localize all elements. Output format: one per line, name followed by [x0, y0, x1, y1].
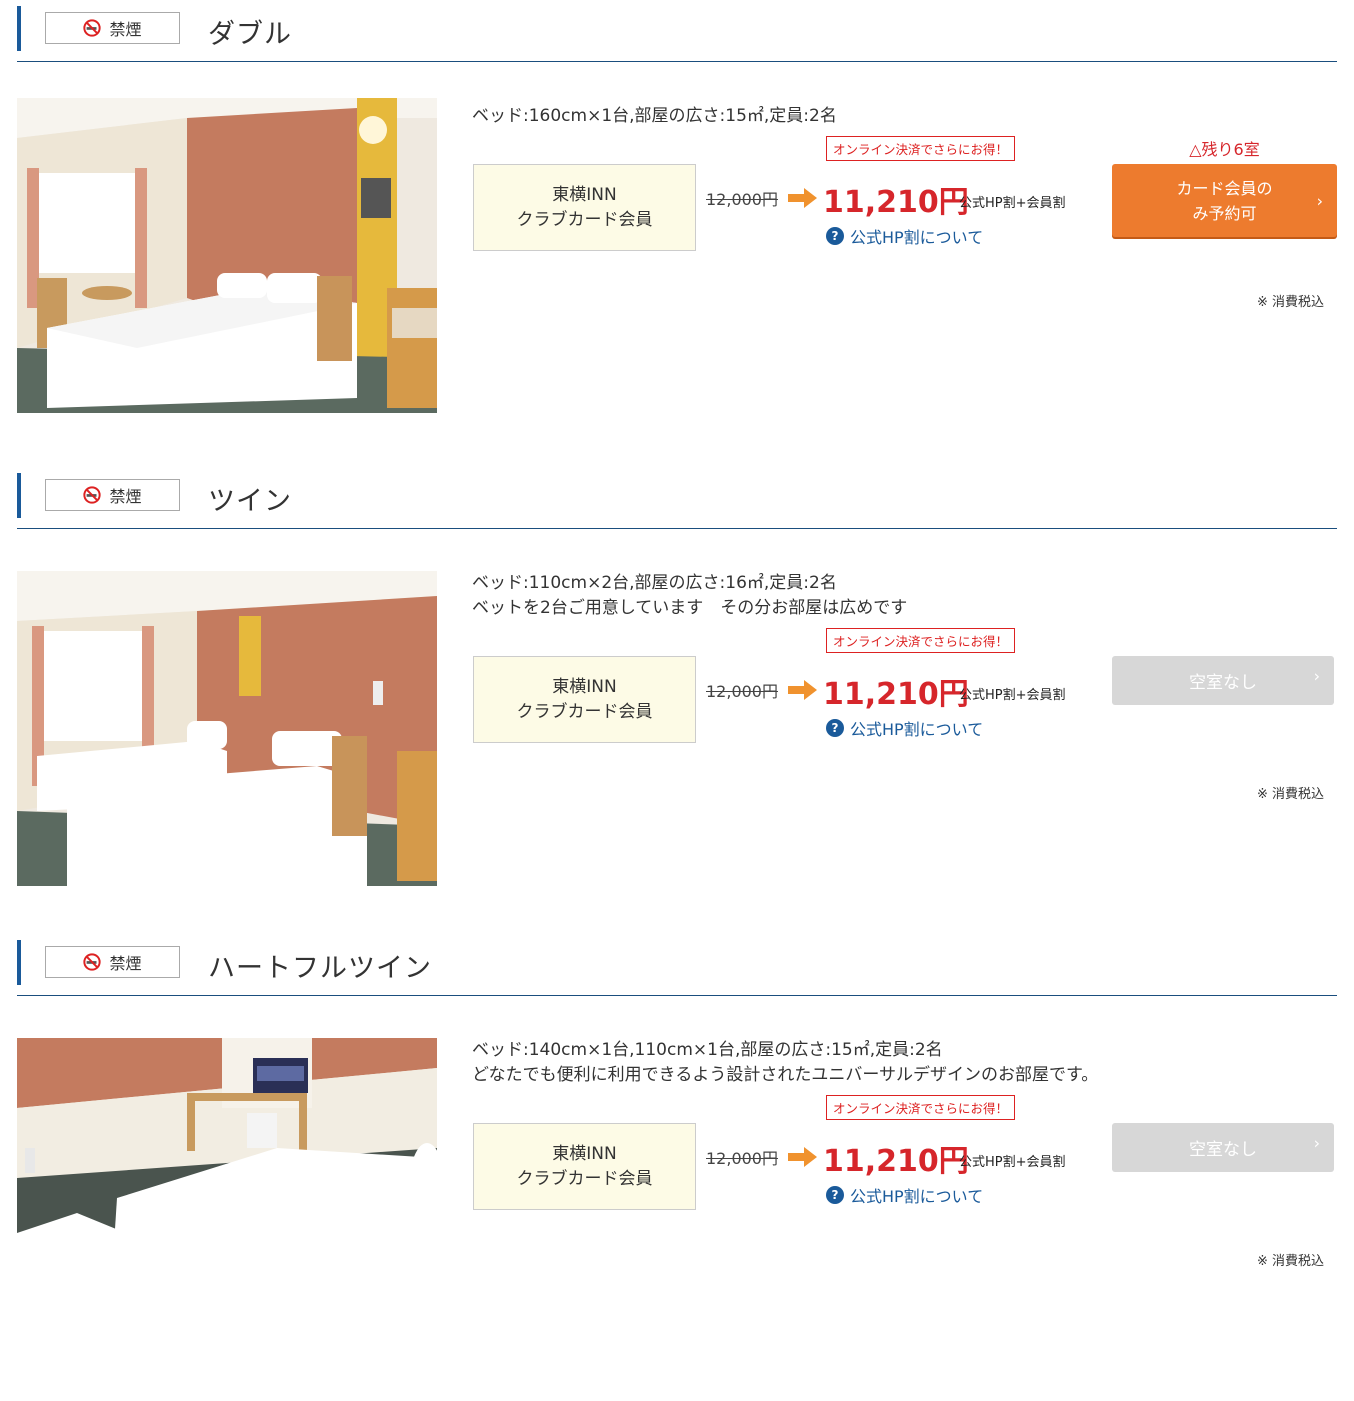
online-payment-promo-badge: オンライン決済でさらにお得！ — [826, 628, 1016, 653]
plan-line1: 東横INN — [552, 1143, 617, 1164]
room-title: ダブル — [208, 19, 292, 50]
about-hp-discount-link[interactable]: ? 公式HP割について — [826, 224, 983, 248]
tax-note: ※ 消費税込 — [1257, 787, 1325, 802]
double-room-photo[interactable] — [17, 98, 437, 413]
plan-line1: 東横INN — [552, 184, 617, 205]
plan-line2: クラブカード会員 — [516, 209, 653, 230]
room-card-double: 禁煙 ダブル ベッド:160cm×1台,部屋の広さ:15㎡,定員:2名 オンライ… — [0, 0, 1354, 467]
room-header: 禁煙 ダブル — [17, 6, 1337, 62]
room-header: 禁煙 ツイン — [17, 473, 1337, 529]
plan-box: 東横INN クラブカード会員 — [473, 656, 696, 743]
original-price: 12,000円 — [706, 1149, 778, 1168]
help-icon: ? — [826, 719, 844, 737]
chevron-right-icon: › — [1313, 666, 1320, 686]
discount-note: 公式HP割+会員割 — [959, 196, 1066, 211]
no-vacancy-label: 空室なし — [1189, 1140, 1257, 1160]
room-header: 禁煙 ハートフルツイン — [17, 940, 1337, 996]
original-price: 12,000円 — [706, 190, 778, 209]
tax-note: ※ 消費税込 — [1257, 1254, 1325, 1269]
non-smoking-badge: 禁煙 — [45, 479, 180, 511]
about-link-label: 公式HP割について — [850, 720, 984, 739]
plan-box: 東横INN クラブカード会員 — [473, 164, 696, 251]
room-description: ベッド:110cm×2台,部屋の広さ:16㎡,定員:2名 ベットを2台ご用意して… — [472, 571, 907, 621]
help-icon: ? — [826, 1186, 844, 1204]
discount-note: 公式HP割+会員割 — [959, 688, 1066, 703]
header-accent-bar — [17, 473, 21, 518]
twin-room-photo[interactable] — [17, 571, 437, 886]
non-smoking-label: 禁煙 — [109, 20, 142, 39]
non-smoking-badge: 禁煙 — [45, 12, 180, 44]
header-accent-bar — [17, 6, 21, 51]
sale-price: 11,210円 — [823, 185, 969, 220]
room-extra-text: どなたでも便利に利用できるよう設計されたユニバーサルデザインのお部屋です。 — [472, 1065, 1099, 1085]
no-smoking-icon — [83, 486, 102, 504]
online-payment-promo-badge: オンライン決済でさらにお得！ — [826, 1095, 1016, 1120]
room-description: ベッド:160cm×1台,部屋の広さ:15㎡,定員:2名 — [472, 104, 837, 129]
heartful-twin-room-photo[interactable] — [17, 1038, 437, 1353]
rooms-remaining: △残り6室 — [1189, 140, 1260, 159]
about-hp-discount-link[interactable]: ? 公式HP割について — [826, 1183, 983, 1207]
sale-price: 11,210円 — [823, 1144, 969, 1179]
plan-line2: クラブカード会員 — [516, 701, 653, 722]
non-smoking-badge: 禁煙 — [45, 946, 180, 978]
discount-note: 公式HP割+会員割 — [959, 1155, 1066, 1170]
about-link-label: 公式HP割について — [850, 228, 984, 247]
arrow-right-icon — [788, 1147, 817, 1167]
about-link-label: 公式HP割について — [850, 1187, 984, 1206]
card-member-reserve-button[interactable]: カード会員の み予約可 › — [1112, 164, 1337, 237]
room-spec-text: ベッド:140cm×1台,110cm×1台,部屋の広さ:15㎡,定員:2名 — [472, 1040, 943, 1060]
non-smoking-label: 禁煙 — [109, 954, 142, 973]
arrow-right-icon — [788, 680, 817, 700]
tax-note: ※ 消費税込 — [1257, 295, 1325, 310]
help-icon: ? — [826, 227, 844, 245]
reserve-button-line1: カード会員の — [1176, 178, 1273, 198]
room-extra-text: ベットを2台ご用意しています その分お部屋は広めです — [472, 598, 908, 618]
header-accent-bar — [17, 940, 21, 985]
reserve-button-line2: み予約可 — [1192, 203, 1257, 223]
non-smoking-label: 禁煙 — [109, 487, 142, 506]
online-payment-promo-badge: オンライン決済でさらにお得！ — [826, 136, 1016, 161]
no-smoking-icon — [83, 953, 102, 971]
room-card-heartful-twin: 禁煙 ハートフルツイン ベッド:140cm×1台,110cm×1台,部屋の広さ:… — [0, 934, 1354, 1401]
plan-box: 東横INN クラブカード会員 — [473, 1123, 696, 1210]
original-price: 12,000円 — [706, 682, 778, 701]
room-title: ツイン — [208, 486, 292, 517]
room-spec-text: ベッド:110cm×2台,部屋の広さ:16㎡,定員:2名 — [472, 573, 837, 593]
plan-line2: クラブカード会員 — [516, 1168, 653, 1189]
room-card-twin: 禁煙 ツイン ベッド:110cm×2台,部屋の広さ:16㎡,定員:2名 ベットを… — [0, 467, 1354, 934]
about-hp-discount-link[interactable]: ? 公式HP割について — [826, 716, 983, 740]
room-spec-text: ベッド:160cm×1台,部屋の広さ:15㎡,定員:2名 — [472, 106, 837, 126]
chevron-right-icon: › — [1316, 191, 1323, 210]
no-vacancy-button[interactable]: 空室なし › — [1112, 1123, 1334, 1172]
no-vacancy-label: 空室なし — [1189, 673, 1257, 693]
arrow-right-icon — [788, 188, 817, 208]
no-smoking-icon — [83, 19, 102, 37]
sale-price: 11,210円 — [823, 677, 969, 712]
room-description: ベッド:140cm×1台,110cm×1台,部屋の広さ:15㎡,定員:2名 どな… — [472, 1038, 1098, 1088]
room-title: ハートフルツイン — [208, 953, 432, 984]
plan-line1: 東横INN — [552, 676, 617, 697]
chevron-right-icon: › — [1313, 1133, 1320, 1153]
no-vacancy-button[interactable]: 空室なし › — [1112, 656, 1334, 705]
